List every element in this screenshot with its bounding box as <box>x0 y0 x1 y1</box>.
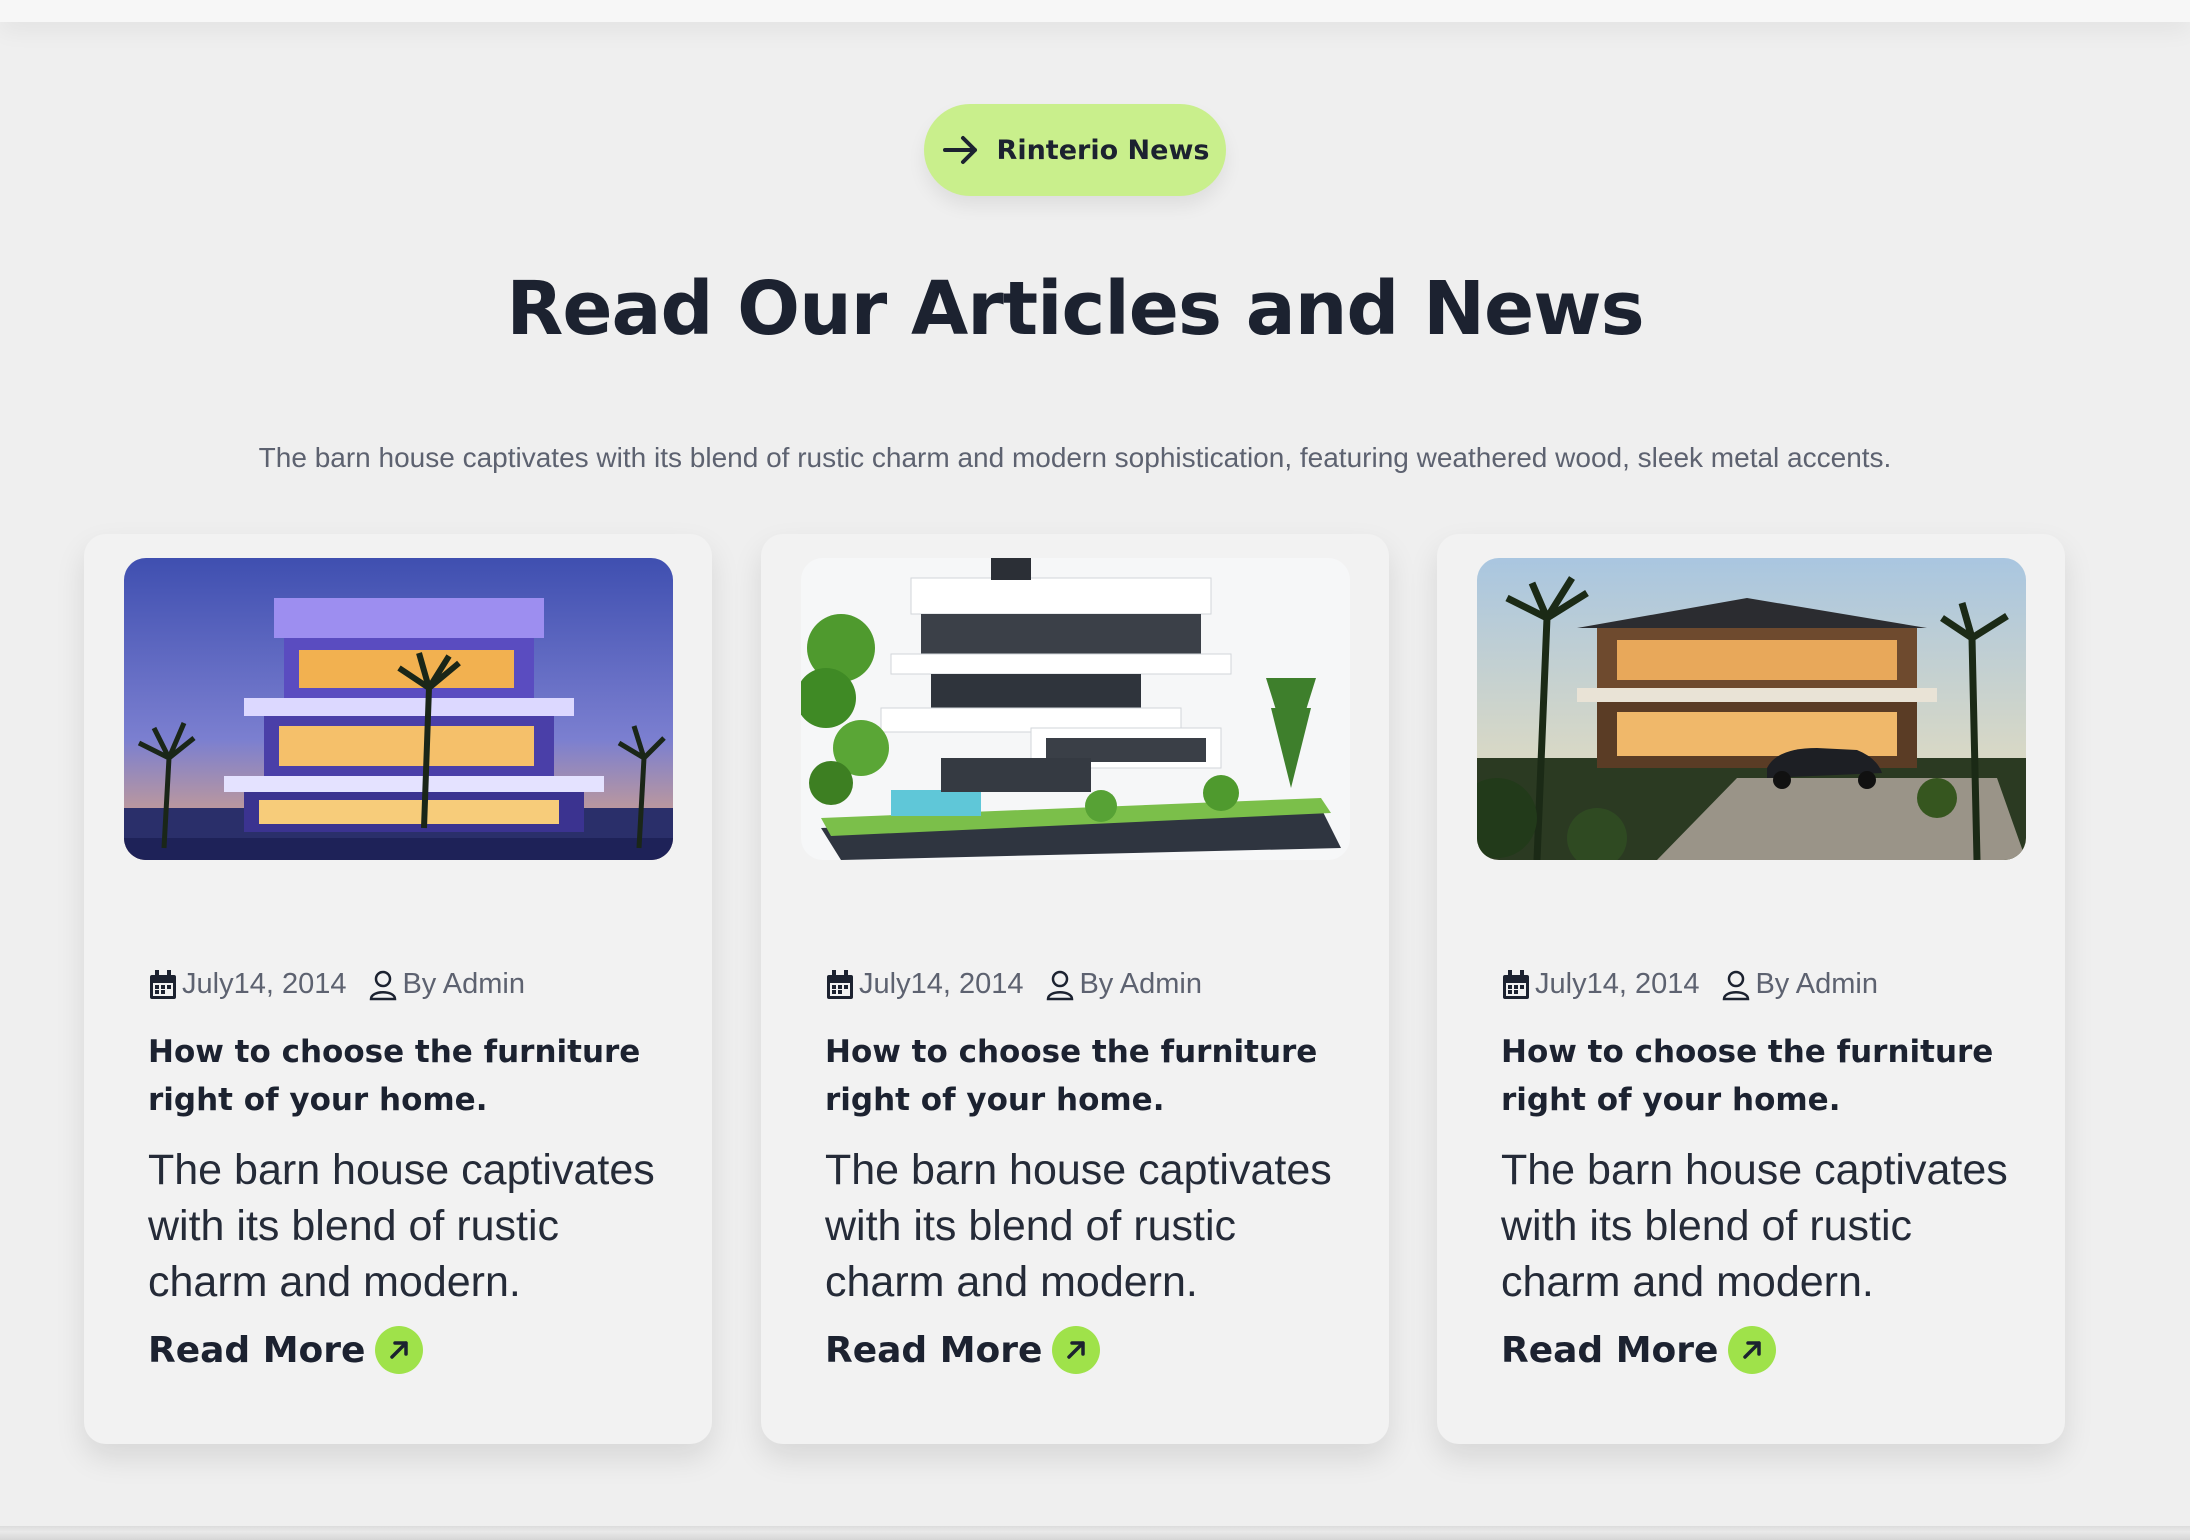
user-icon <box>1723 970 1750 1000</box>
arrow-up-right-icon <box>1728 1326 1777 1374</box>
article-card: July14, 2014 By Admin How to choose the … <box>84 534 712 1444</box>
article-excerpt: The barn house captivates with its blend… <box>825 1146 1332 1306</box>
article-title[interactable]: How to choose the furniture right of you… <box>825 1028 1345 1124</box>
read-more-link[interactable]: Read More <box>825 1326 1101 1374</box>
footer-texture-strip <box>0 1526 2190 1540</box>
calendar-icon <box>150 969 176 999</box>
article-image-tropical-luxury-home[interactable] <box>1477 558 2026 860</box>
arrow-up-right-icon <box>375 1326 424 1374</box>
read-more-link[interactable]: Read More <box>148 1326 424 1374</box>
article-author: By Admin <box>402 968 525 1000</box>
article-title[interactable]: How to choose the furniture right of you… <box>1501 1028 2021 1124</box>
article-card: July14, 2014 By Admin How to choose the … <box>761 534 1389 1444</box>
user-icon <box>370 970 397 1000</box>
arrow-up-right-icon <box>1052 1326 1101 1374</box>
article-author: By Admin <box>1079 968 1202 1000</box>
article-meta: July14, 2014 By Admin <box>825 968 1202 1001</box>
calendar-icon <box>1503 969 1529 999</box>
article-date: July14, 2014 <box>1535 968 1700 1000</box>
section-badge: Rinterio News <box>924 104 1226 196</box>
article-excerpt: The barn house captivates with its blend… <box>1501 1146 2008 1306</box>
article-meta: July14, 2014 By Admin <box>1501 968 1878 1001</box>
article-image-white-terraced-house[interactable] <box>801 558 1350 860</box>
read-more-link[interactable]: Read More <box>1501 1326 1777 1374</box>
calendar-icon <box>827 969 853 999</box>
article-date: July14, 2014 <box>859 968 1024 1000</box>
read-more-label: Read More <box>1501 1329 1719 1371</box>
article-meta: July14, 2014 By Admin <box>148 968 525 1001</box>
section-title: Read Our Articles and News <box>506 266 1644 352</box>
article-title[interactable]: How to choose the furniture right of you… <box>148 1028 668 1124</box>
read-more-label: Read More <box>148 1329 366 1371</box>
article-author: By Admin <box>1755 968 1878 1000</box>
article-excerpt: The barn house captivates with its blend… <box>148 1146 655 1306</box>
read-more-label: Read More <box>825 1329 1043 1371</box>
top-bar <box>0 0 2190 22</box>
section-badge-label: Rinterio News <box>996 134 1210 166</box>
user-icon <box>1047 970 1074 1000</box>
article-date: July14, 2014 <box>182 968 347 1000</box>
article-card: July14, 2014 By Admin How to choose the … <box>1437 534 2065 1444</box>
article-image-modern-villa[interactable] <box>124 558 673 860</box>
arrow-right-icon <box>942 136 977 164</box>
section-subtitle: The barn house captivates with its blend… <box>258 442 1892 473</box>
